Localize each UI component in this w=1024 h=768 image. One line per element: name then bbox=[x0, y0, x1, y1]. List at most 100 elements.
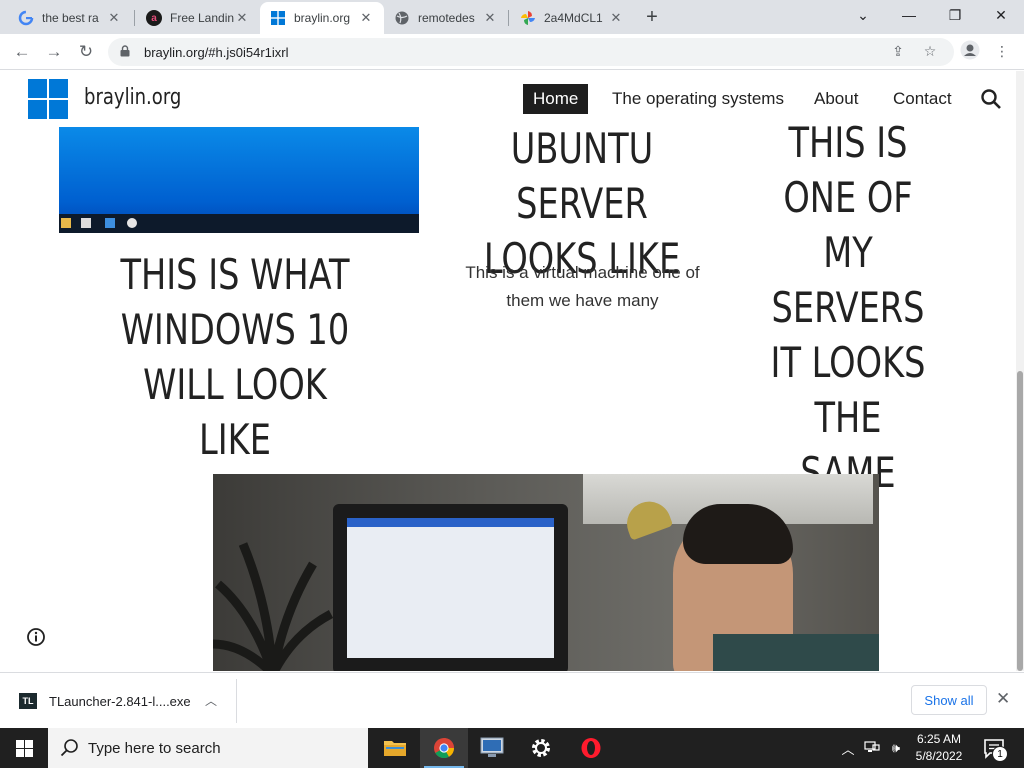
man-at-computer-photo bbox=[213, 474, 879, 671]
nav-home[interactable]: Home bbox=[523, 84, 589, 114]
windows-taskbar: Type here to search ︿ 🕪 6:25 AM 5/8/2022… bbox=[0, 728, 1024, 768]
forward-button[interactable]: → bbox=[42, 40, 66, 64]
screen-header-bar bbox=[347, 518, 554, 527]
close-icon: ✕ bbox=[995, 6, 1007, 23]
windows-logo-icon[interactable] bbox=[28, 79, 68, 119]
avatar-icon bbox=[960, 40, 980, 63]
plant-shape bbox=[213, 542, 333, 671]
tab-braylin[interactable]: braylin.org ✕ bbox=[260, 2, 384, 34]
taskbar-file-explorer[interactable] bbox=[371, 728, 419, 768]
taskbar-settings[interactable] bbox=[517, 728, 565, 768]
taskbar-chrome[interactable] bbox=[420, 728, 468, 768]
close-icon[interactable]: ✕ bbox=[608, 10, 624, 26]
tab-title: 2a4MdCL1 bbox=[544, 11, 603, 25]
arrow-right-icon: → bbox=[45, 42, 63, 61]
tab-photo[interactable]: 2a4MdCL1 ✕ bbox=[510, 2, 634, 34]
nav-operating-systems[interactable]: The operating systems bbox=[612, 84, 784, 114]
folder-icon bbox=[61, 218, 71, 228]
tab-google-search[interactable]: the best ra ✕ bbox=[8, 2, 132, 34]
tab-title: braylin.org bbox=[294, 11, 351, 25]
taskbar-clock[interactable]: 6:25 AM 5/8/2022 bbox=[898, 731, 980, 765]
nav-contact[interactable]: Contact bbox=[893, 84, 952, 114]
share-button[interactable]: ⇪ bbox=[888, 41, 908, 61]
close-icon[interactable]: ✕ bbox=[234, 10, 250, 26]
info-icon[interactable] bbox=[26, 627, 46, 647]
photo-monitor bbox=[333, 504, 568, 671]
clock-time: 6:25 AM bbox=[916, 732, 962, 746]
google-g-icon bbox=[18, 10, 34, 26]
pinwheel-icon bbox=[520, 10, 536, 26]
profile-button[interactable] bbox=[960, 40, 980, 63]
tab-title: Free Landin bbox=[170, 11, 234, 25]
scrollbar-thumb[interactable] bbox=[1017, 371, 1023, 671]
tab-free-landing[interactable]: a Free Landin ✕ bbox=[136, 2, 260, 34]
kebab-menu-icon: ⋮ bbox=[995, 42, 1009, 59]
new-tab-button[interactable]: + bbox=[638, 5, 666, 29]
page-scrollbar[interactable] bbox=[1016, 71, 1024, 671]
gear-icon bbox=[532, 739, 550, 757]
browser-tab-strip: the best ra ✕ a Free Landin ✕ braylin.or… bbox=[0, 0, 1024, 34]
chrome-icon bbox=[434, 738, 455, 759]
taskbar-remote-desktop[interactable] bbox=[468, 728, 516, 768]
browser-toolbar: ← → ↻ braylin.org/#h.js0i54r1ixrl ⇪ ☆ ⋮ bbox=[0, 34, 1024, 70]
chevron-up-icon[interactable]: ︿ bbox=[205, 692, 217, 709]
network-icon[interactable] bbox=[862, 738, 882, 758]
windows-start-icon bbox=[15, 739, 33, 757]
photo-monitor-screen bbox=[347, 518, 554, 658]
search-icon[interactable] bbox=[980, 88, 1002, 110]
close-window-button[interactable]: ✕ bbox=[978, 0, 1024, 30]
start-button[interactable] bbox=[0, 728, 48, 768]
photo-shirt bbox=[713, 634, 879, 671]
reload-button[interactable]: ↻ bbox=[74, 40, 98, 64]
star-icon: ☆ bbox=[923, 42, 937, 59]
tlauncher-file-icon: TL bbox=[19, 693, 37, 709]
my-servers-heading: THIS IS ONE OF MY SERVERS IT LOOKS THE S… bbox=[770, 118, 926, 497]
web-page: braylin.org Home The operating systems A… bbox=[0, 71, 1016, 671]
remote-desktop-icon bbox=[480, 737, 504, 757]
search-icon bbox=[60, 739, 78, 757]
url-text: braylin.org/#h.js0i54r1ixrl bbox=[144, 44, 289, 60]
nav-about[interactable]: About bbox=[814, 84, 858, 114]
windows-10-heading: THIS IS WHAT WINDOWS 10 WILL LOOK LIKE bbox=[120, 250, 350, 464]
tab-divider bbox=[508, 10, 509, 26]
close-icon[interactable]: ✕ bbox=[358, 10, 374, 26]
minimize-icon: — bbox=[902, 7, 916, 23]
restore-icon: ❐ bbox=[948, 6, 962, 23]
tab-remotedesktop[interactable]: remotedes ✕ bbox=[384, 2, 508, 34]
mail-icon bbox=[105, 218, 115, 228]
menu-button[interactable]: ⋮ bbox=[992, 41, 1012, 61]
tab-title: remotedes bbox=[418, 11, 475, 25]
clock-date: 5/8/2022 bbox=[915, 749, 963, 763]
back-button[interactable]: ← bbox=[10, 40, 34, 64]
gear-icon bbox=[127, 218, 137, 228]
lock-icon bbox=[120, 44, 134, 60]
windows-10-screenshot bbox=[59, 127, 419, 233]
taskbar-search-placeholder: Type here to search bbox=[88, 739, 221, 757]
address-bar[interactable]: braylin.org/#h.js0i54r1ixrl bbox=[108, 38, 954, 66]
plus-icon: + bbox=[646, 5, 658, 28]
tab-divider bbox=[134, 10, 135, 26]
notification-count-badge: 1 bbox=[992, 746, 1008, 762]
taskbar-search-box[interactable]: Type here to search bbox=[48, 728, 368, 768]
restore-button[interactable]: ❐ bbox=[932, 0, 978, 30]
download-divider bbox=[236, 679, 237, 723]
close-icon[interactable]: ✕ bbox=[106, 10, 122, 26]
download-file-name[interactable]: TLauncher-2.841-l....exe bbox=[49, 694, 191, 709]
close-icon[interactable]: ✕ bbox=[996, 689, 1010, 709]
show-all-button[interactable]: Show all bbox=[911, 685, 987, 715]
bookmark-button[interactable]: ☆ bbox=[920, 41, 940, 61]
site-title[interactable]: braylin.org bbox=[84, 85, 181, 110]
chevron-up-icon[interactable]: ︿ bbox=[838, 738, 858, 758]
screen: the best ra ✕ a Free Landin ✕ braylin.or… bbox=[0, 0, 1024, 768]
tab-search-button[interactable]: ⌄ bbox=[840, 0, 886, 30]
taskbar-opera[interactable] bbox=[567, 728, 615, 768]
tab-title: the best ra bbox=[42, 11, 99, 25]
screenshot-taskbar bbox=[59, 214, 419, 233]
minimize-button[interactable]: — bbox=[886, 0, 932, 30]
download-bar: TL TLauncher-2.841-l....exe ︿ Show all ✕ bbox=[0, 672, 1024, 728]
globe-icon bbox=[394, 10, 410, 26]
store-icon bbox=[81, 218, 91, 228]
arrow-left-icon: ← bbox=[13, 42, 31, 61]
reload-icon: ↻ bbox=[78, 42, 94, 61]
close-icon[interactable]: ✕ bbox=[482, 10, 498, 26]
